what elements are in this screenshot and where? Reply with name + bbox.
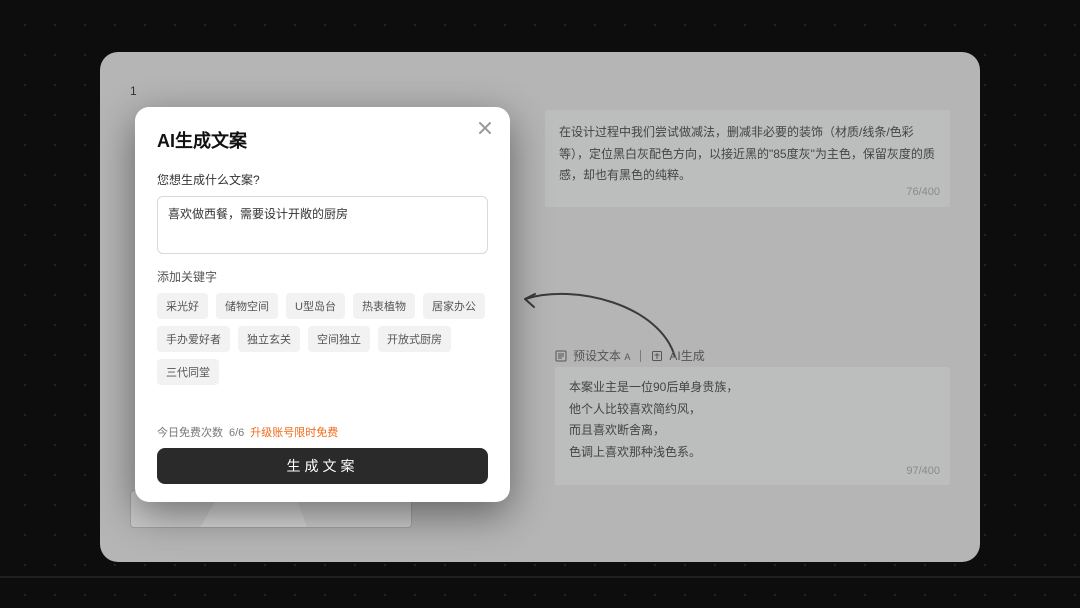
keyword-chip[interactable]: 采光好 — [157, 293, 208, 319]
design-note-card[interactable]: 在设计过程中我们尝试做减法，删减非必要的装饰（材质/线条/色彩等），定位黑白灰配… — [545, 110, 950, 207]
upgrade-link[interactable]: 升级账号限时免费 — [250, 424, 338, 440]
tab-ai-generate[interactable]: AI生成 — [669, 347, 704, 364]
keywords-label: 添加关键字 — [157, 268, 488, 285]
close-icon — [478, 121, 492, 140]
modal-prompt-label: 您想生成什么文案? — [157, 171, 488, 188]
tab-preset-text[interactable]: 预设文本 A — [573, 347, 630, 364]
panel-index: 1 — [130, 84, 137, 98]
case-owner-line: 他个人比较喜欢简约风， — [569, 399, 936, 421]
quota-label: 今日免费次数 — [157, 424, 223, 440]
prompt-input-value: 喜欢做西餐，需要设计开敞的厨房 — [168, 207, 348, 221]
modal-title: AI生成文案 — [157, 127, 488, 153]
keyword-chip[interactable]: 热衷植物 — [353, 293, 415, 319]
design-note-counter: 76/400 — [906, 183, 940, 203]
keyword-chip[interactable]: 空间独立 — [308, 326, 370, 352]
case-owner-line: 而且喜欢断舍离， — [569, 420, 936, 442]
keyword-chips: 采光好 储物空间 U型岛台 热衷植物 居家办公 手办爱好者 独立玄关 空间独立 … — [157, 293, 488, 385]
app-panel: 1 在设计过程中我们尝试做减法，删减非必要的装饰（材质/线条/色彩等），定位黑白… — [100, 52, 980, 562]
keyword-chip[interactable]: 开放式厨房 — [378, 326, 451, 352]
keyword-chip[interactable]: 手办爱好者 — [157, 326, 230, 352]
text-mode-tabs: 预设文本 A AI生成 — [555, 347, 705, 364]
sparkle-icon — [651, 350, 663, 362]
tab-divider — [640, 350, 641, 362]
case-owner-line: 本案业主是一位90后单身贵族， — [569, 377, 936, 399]
quota-value: 6/6 — [229, 427, 244, 439]
keyword-chip[interactable]: 储物空间 — [216, 293, 278, 319]
keyword-chip[interactable]: 居家办公 — [423, 293, 485, 319]
quota-row: 今日免费次数 6/6 升级账号限时免费 — [157, 424, 488, 440]
keyword-chip[interactable]: 独立玄关 — [238, 326, 300, 352]
prompt-input[interactable]: 喜欢做西餐，需要设计开敞的厨房 — [157, 196, 488, 254]
list-icon — [555, 350, 567, 362]
case-owner-counter: 97/400 — [906, 462, 940, 482]
case-owner-line: 色调上喜欢那种浅色系。 — [569, 442, 936, 464]
generate-button[interactable]: 生成文案 — [157, 448, 488, 484]
case-owner-card[interactable]: 本案业主是一位90后单身贵族， 他个人比较喜欢简约风， 而且喜欢断舍离， 色调上… — [555, 367, 950, 485]
keyword-chip[interactable]: U型岛台 — [286, 293, 345, 319]
ai-generate-modal: AI生成文案 您想生成什么文案? 喜欢做西餐，需要设计开敞的厨房 添加关键字 采… — [135, 107, 510, 502]
keyword-chip[interactable]: 三代同堂 — [157, 359, 219, 385]
design-note-text: 在设计过程中我们尝试做减法，删减非必要的装饰（材质/线条/色彩等），定位黑白灰配… — [559, 125, 935, 182]
close-button[interactable] — [474, 119, 496, 141]
